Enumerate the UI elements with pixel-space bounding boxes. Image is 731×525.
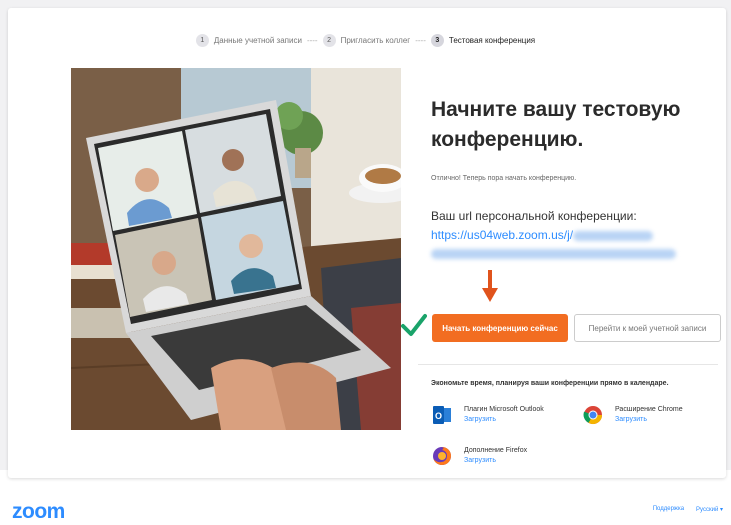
integration-name: Плагин Microsoft Outlook: [464, 406, 544, 413]
svg-text:O: O: [435, 411, 442, 421]
redacted-url-part: [431, 248, 676, 259]
step-account-data: 1 Данные учетной записи: [195, 34, 302, 47]
language-selector[interactable]: Русский ▾: [696, 506, 723, 513]
step-invite-colleagues: 2 Пригласить коллег: [322, 34, 411, 47]
step-label: Данные учетной записи: [213, 36, 302, 45]
integration-name: Дополнение Firefox: [464, 447, 528, 454]
step-number: 1: [195, 34, 209, 47]
integration-outlook: O Плагин Microsoft Outlook Загрузить: [432, 405, 544, 425]
step-separator: ----: [306, 36, 318, 45]
go-to-account-button[interactable]: Перейти к моей учетной записи: [574, 314, 721, 342]
integration-firefox: Дополнение Firefox Загрузить: [432, 446, 527, 466]
zoom-logo[interactable]: zoom: [12, 500, 65, 524]
outlook-icon: O: [433, 406, 451, 424]
integration-name: Расширение Chrome: [615, 406, 683, 413]
page-title: Начните вашу тестовую конференцию.: [431, 98, 681, 151]
firefox-icon: [433, 447, 451, 465]
down-arrow-icon: [482, 270, 498, 302]
progress-stepper: 1 Данные учетной записи ---- 2 Пригласит…: [0, 34, 731, 47]
start-meeting-panel: Начните вашу тестовую конференцию. Отлич…: [431, 95, 723, 260]
step-test-meeting: 3 Тестовая конференция: [430, 34, 536, 47]
footer-links: Поддержка Русский ▾: [653, 506, 723, 513]
step-number: 2: [322, 34, 336, 47]
hero-image: [71, 68, 401, 430]
step-label: Тестовая конференция: [448, 36, 536, 45]
download-firefox-link[interactable]: Загрузить: [464, 456, 527, 466]
calendar-integrations-title: Экономьте время, планируя ваши конференц…: [431, 380, 669, 387]
redacted-url-part: [573, 230, 654, 241]
step-number: 3: [430, 34, 444, 47]
url-prefix: https://us04web.zoom.us/j/: [431, 228, 574, 242]
integration-chrome: Расширение Chrome Загрузить: [583, 405, 683, 425]
personal-meeting-url[interactable]: https://us04web.zoom.us/j/: [431, 228, 723, 242]
start-meeting-now-button[interactable]: Начать конференцию сейчас: [432, 314, 568, 342]
section-divider: [418, 364, 718, 365]
step-separator: ----: [415, 36, 426, 45]
laptop-video-call-illustration: [71, 68, 401, 430]
download-outlook-link[interactable]: Загрузить: [464, 415, 544, 425]
personal-url-label: Ваш url персональной конференции:: [431, 209, 637, 223]
page-subtitle: Отлично! Теперь пора начать конференцию.: [431, 175, 577, 182]
download-chrome-link[interactable]: Загрузить: [615, 415, 683, 425]
checkmark-icon: [401, 314, 427, 336]
step-label: Пригласить коллег: [340, 36, 411, 45]
support-link[interactable]: Поддержка: [653, 506, 684, 513]
personal-meeting-url-line2: [431, 246, 723, 260]
chrome-icon: [583, 406, 602, 425]
